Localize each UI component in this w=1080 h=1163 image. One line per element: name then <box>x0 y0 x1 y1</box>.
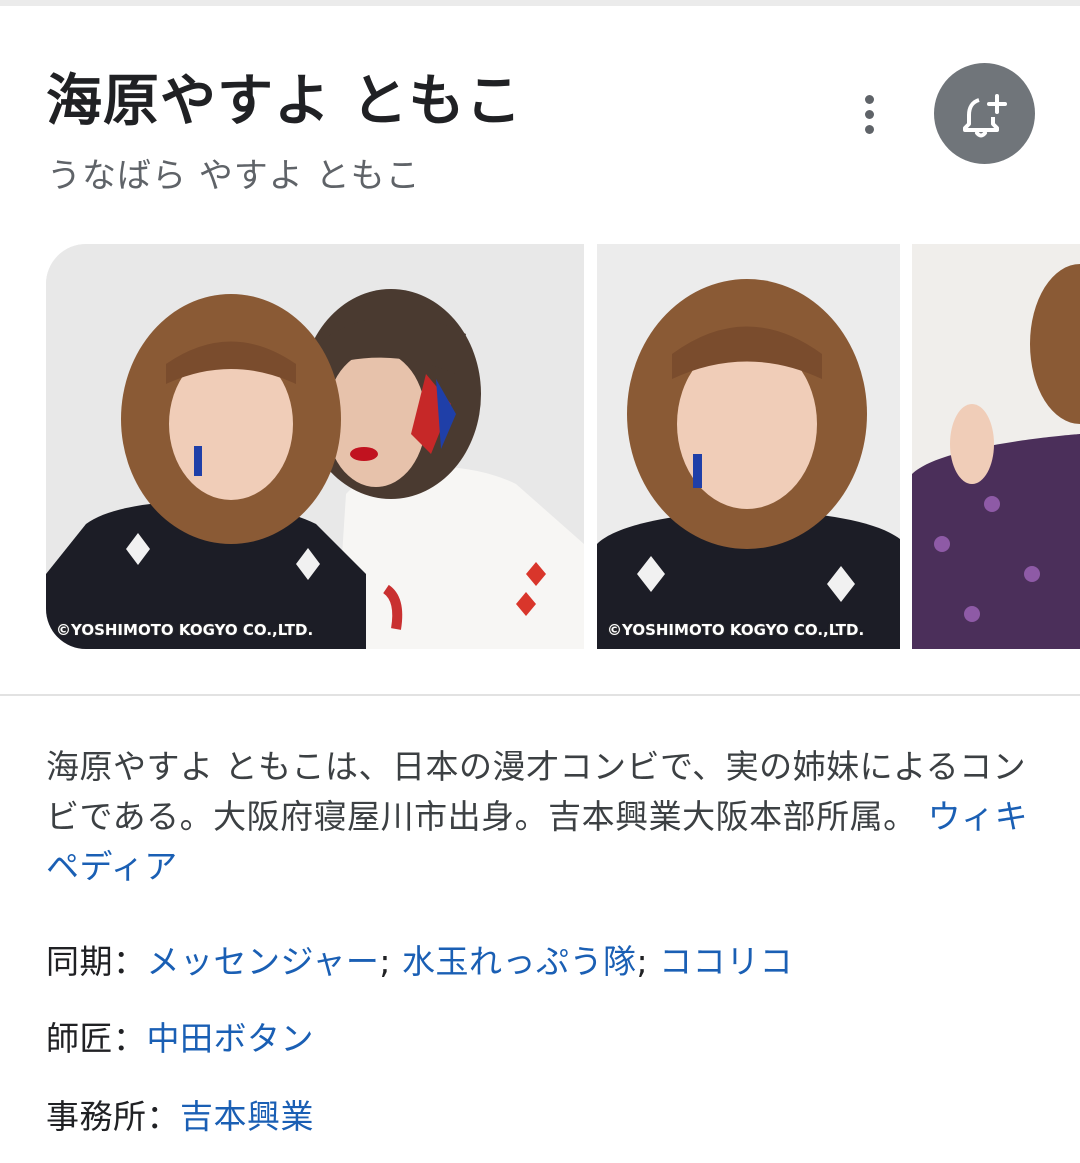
fact-agency: 事務所：吉本興業 <box>46 1094 314 1140</box>
top-divider-strip <box>0 0 1080 6</box>
image-thumbnail-3[interactable] <box>912 244 1080 649</box>
section-divider <box>0 694 1080 696</box>
image-carousel[interactable]: ©YOSHIMOTO KOGYO CO.,LTD. ©YOSHIMOTO KOG… <box>46 244 1080 649</box>
peer-link-mizutama[interactable]: 水玉れっぷう隊 <box>402 942 637 981</box>
separator: ; <box>636 942 660 981</box>
duo-photo <box>46 244 584 649</box>
image-watermark: ©YOSHIMOTO KOGYO CO.,LTD. <box>607 621 865 639</box>
more-options-button[interactable] <box>846 86 892 142</box>
entity-title: 海原やすよ ともこ <box>46 69 523 134</box>
separator: ; <box>379 942 402 981</box>
entity-reading: うなばら やすよ ともこ <box>47 156 421 196</box>
image-watermark: ©YOSHIMOTO KOGYO CO.,LTD. <box>56 621 314 639</box>
image-thumbnail-1[interactable]: ©YOSHIMOTO KOGYO CO.,LTD. <box>46 244 584 649</box>
partial-photo <box>912 244 1080 649</box>
more-vert-icon <box>864 94 874 104</box>
fact-peers: 同期：メッセンジャー; 水玉れっぷう隊; ココリコ <box>46 939 793 985</box>
mentor-link[interactable]: 中田ボタン <box>147 1019 315 1058</box>
entity-description: 海原やすよ ともこは、日本の漫才コンビで、実の姉妹によるコンビである。大阪府寝屋… <box>46 742 1036 892</box>
more-vert-icon-dot <box>864 109 874 119</box>
follow-button[interactable] <box>934 63 1035 164</box>
peer-link-messenger[interactable]: メッセンジャー <box>147 942 380 981</box>
fact-mentor: 師匠：中田ボタン <box>46 1016 314 1062</box>
portrait-photo <box>597 244 900 649</box>
more-vert-icon-dot <box>864 124 874 134</box>
agency-link[interactable]: 吉本興業 <box>180 1097 314 1136</box>
description-text: 海原やすよ ともこは、日本の漫才コンビで、実の姉妹によるコンビである。大阪府寝屋… <box>46 747 1027 836</box>
image-thumbnail-2[interactable]: ©YOSHIMOTO KOGYO CO.,LTD. <box>597 244 900 649</box>
fact-label-agency: 事務所： <box>46 1097 180 1136</box>
bell-plus-icon <box>962 93 1007 137</box>
fact-label-mentor: 師匠： <box>46 1019 147 1058</box>
peer-link-cocorico[interactable]: ココリコ <box>659 942 793 981</box>
fact-label-peers: 同期： <box>46 942 147 981</box>
